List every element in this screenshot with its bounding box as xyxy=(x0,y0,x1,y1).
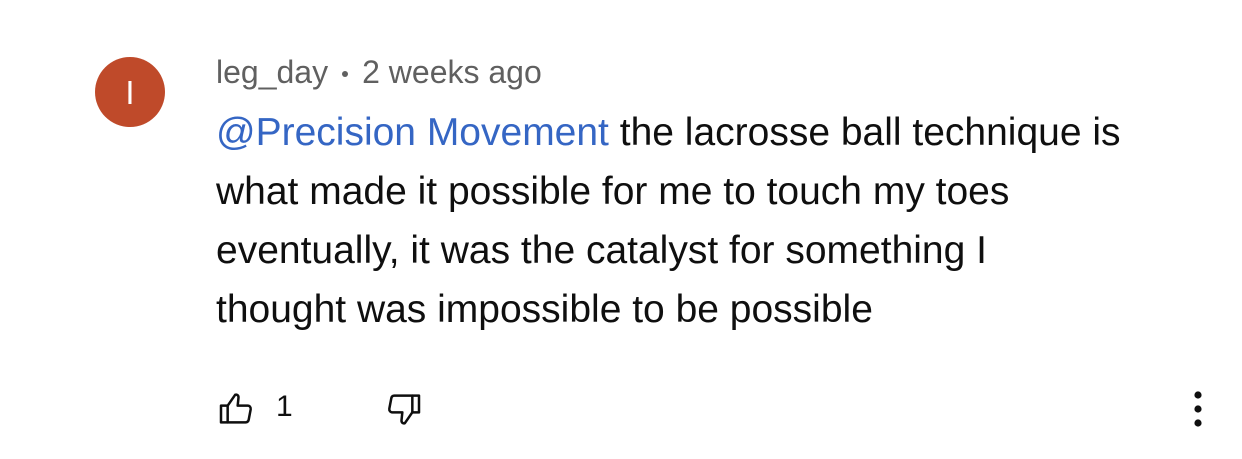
comment-text-line: eventually, it was the catalyst for some… xyxy=(216,229,987,272)
comment-text: @Precision Movement the lacrosse ball te… xyxy=(216,103,1216,339)
dislike-button[interactable] xyxy=(384,385,424,433)
comment-actions: 1 xyxy=(216,385,1226,433)
comment-timestamp[interactable]: 2 weeks ago xyxy=(362,54,542,91)
thumbs-down-icon xyxy=(384,389,424,429)
thumbs-up-icon xyxy=(216,389,256,429)
author-name[interactable]: leg_day xyxy=(216,54,328,91)
mention-link[interactable]: @Precision Movement xyxy=(216,111,609,154)
comment-text-line: thought was impossible to be possible xyxy=(216,288,873,331)
like-button[interactable]: 1 xyxy=(216,385,293,433)
comment-text-line: what made it possible for me to touch my… xyxy=(216,170,1010,213)
like-count: 1 xyxy=(276,390,293,423)
separator-dot xyxy=(342,71,349,77)
avatar-letter: I xyxy=(125,73,135,111)
avatar[interactable]: I xyxy=(95,57,165,127)
comment-meta: leg_day 2 weeks ago xyxy=(216,50,542,94)
more-vertical-icon xyxy=(1192,389,1204,429)
comment-text-segment: the lacrosse ball technique is xyxy=(608,111,1121,154)
more-options-button[interactable] xyxy=(1188,385,1208,433)
comment-text-line: @Precision Movement the lacrosse ball te… xyxy=(216,103,1216,162)
comment-item: I leg_day 2 weeks ago @Precision Movemen… xyxy=(0,0,1242,459)
